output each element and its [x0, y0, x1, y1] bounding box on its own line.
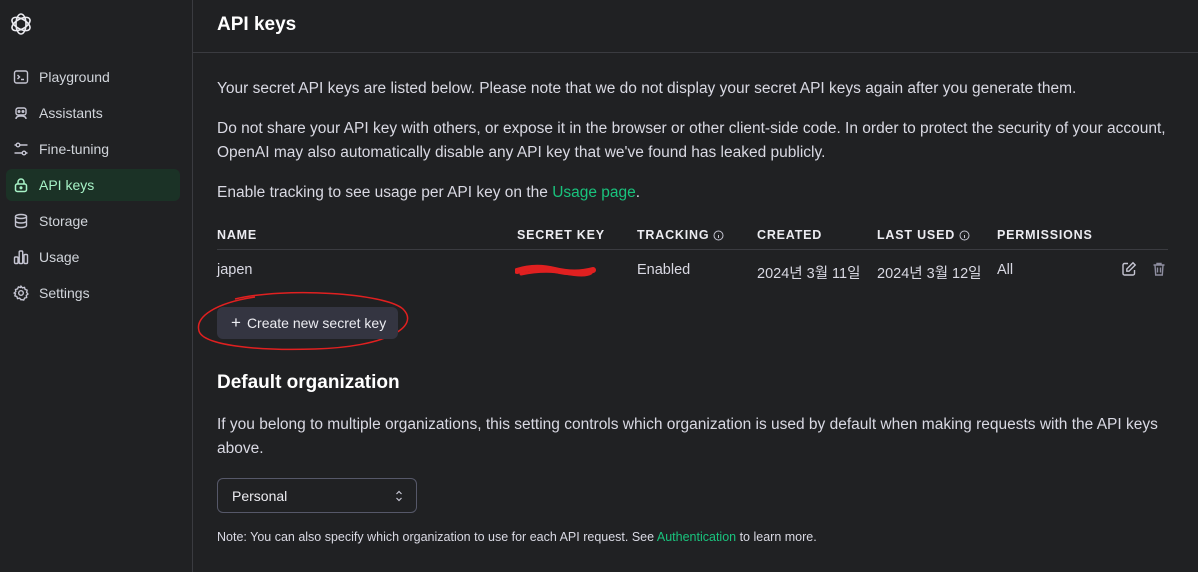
info-icon[interactable]: [959, 230, 970, 241]
note-text-end: to learn more.: [736, 530, 817, 544]
sidebar-item-settings[interactable]: Settings: [6, 277, 180, 309]
key-name: japen: [217, 262, 253, 278]
sidebar-item-label: Usage: [39, 249, 80, 265]
gear-icon: [12, 284, 30, 302]
sidebar-item-usage[interactable]: Usage: [6, 241, 180, 273]
table-header: NAME SECRET KEY TRACKING CREATED LAST US…: [217, 225, 1168, 250]
column-header-tracking: TRACKING: [637, 228, 724, 242]
sidebar: Playground Assistants Fine-tuning API ke…: [0, 0, 193, 572]
tracking-text: Enable tracking to see usage per API key…: [217, 184, 553, 201]
note-text: Note: You can also specify which organiz…: [217, 530, 657, 544]
organization-select-value: Personal: [232, 487, 288, 504]
robot-icon: [12, 104, 30, 122]
edit-icon[interactable]: [1120, 260, 1138, 278]
create-secret-key-label: Create new secret key: [246, 315, 387, 331]
default-organization-description: If you belong to multiple organizations,…: [217, 416, 1158, 457]
info-icon[interactable]: [713, 230, 724, 241]
sidebar-item-label: Settings: [39, 285, 90, 301]
page-header: API keys: [193, 0, 1198, 53]
openai-logo[interactable]: [8, 11, 34, 37]
chevron-up-down-icon: [396, 490, 402, 502]
column-header-name: NAME: [217, 228, 258, 242]
terminal-icon: [12, 68, 30, 86]
trash-icon[interactable]: [1150, 260, 1168, 278]
plus-icon: +: [231, 313, 241, 332]
organization-select[interactable]: Personal: [217, 478, 417, 513]
sidebar-item-label: Playground: [39, 69, 110, 85]
table-row: japen Enabled 2024년 3월 11일 2024년 3월 12일 …: [217, 250, 1168, 290]
redaction-scribble: [514, 264, 596, 277]
column-header-permissions: PERMISSIONS: [997, 228, 1093, 242]
row-actions: [1120, 260, 1168, 278]
organization-note: Note: You can also specify which organiz…: [217, 530, 817, 544]
sidebar-item-assistants[interactable]: Assistants: [6, 97, 180, 129]
column-header-tracking-label: TRACKING: [637, 228, 710, 242]
tracking-text-end: .: [635, 184, 641, 201]
column-header-last-used: LAST USED: [877, 228, 970, 242]
authentication-link[interactable]: Authentication: [657, 530, 736, 544]
created-date: 2024년 3월 11일: [757, 266, 861, 282]
database-icon: [12, 212, 30, 230]
sidebar-item-storage[interactable]: Storage: [6, 205, 180, 237]
usage-page-link[interactable]: Usage page: [552, 184, 636, 201]
column-header-created: CREATED: [757, 228, 823, 242]
sidebar-item-playground[interactable]: Playground: [6, 61, 180, 93]
permissions-value: All: [997, 262, 1014, 278]
secret-key-redacted: [514, 261, 597, 281]
sliders-icon: [12, 140, 30, 158]
sidebar-nav: Playground Assistants Fine-tuning API ke…: [6, 61, 180, 313]
page-title: API keys: [217, 14, 297, 35]
sidebar-item-label: Assistants: [39, 105, 103, 121]
sidebar-item-label: Storage: [39, 213, 89, 229]
sidebar-item-fine-tuning[interactable]: Fine-tuning: [6, 133, 180, 165]
chart-icon: [12, 248, 30, 266]
column-header-secret-key: SECRET KEY: [517, 228, 605, 242]
intro-paragraph-2: Do not share your API key with others, o…: [217, 120, 1166, 161]
sidebar-item-label: Fine-tuning: [39, 141, 110, 157]
lock-icon: [12, 176, 30, 194]
intro-paragraph-1: Your secret API keys are listed below. P…: [217, 80, 1077, 97]
default-organization-heading: Default organization: [217, 372, 400, 393]
column-header-last-used-label: LAST USED: [877, 228, 956, 242]
last-used-date: 2024년 3월 12일: [877, 266, 982, 282]
api-keys-table: NAME SECRET KEY TRACKING CREATED LAST US…: [217, 225, 1168, 290]
create-secret-key-button[interactable]: + Create new secret key: [217, 307, 398, 339]
intro-paragraph-3: Enable tracking to see usage per API key…: [217, 181, 1167, 205]
sidebar-item-label: API keys: [39, 177, 95, 193]
sidebar-item-api-keys[interactable]: API keys: [6, 169, 180, 201]
tracking-status: Enabled: [637, 262, 691, 278]
